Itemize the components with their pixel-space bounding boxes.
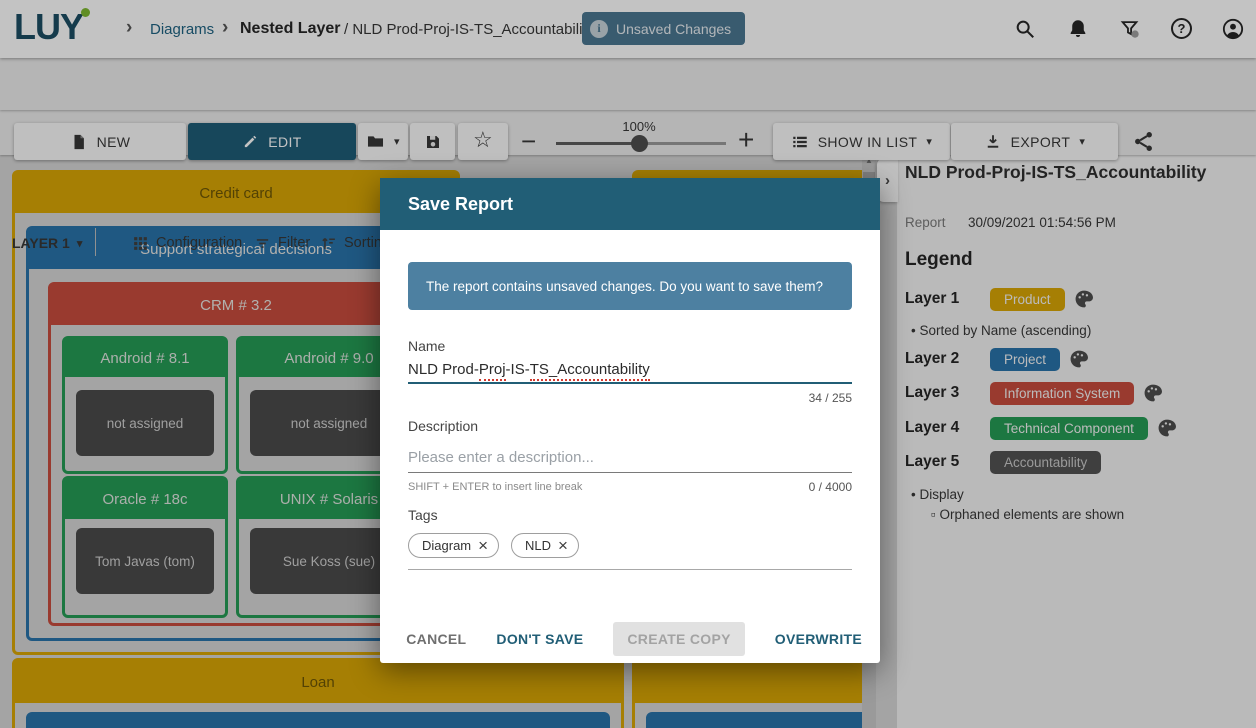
- name-text: NLD Prod-: [408, 361, 479, 378]
- info-banner-text: The report contains unsaved changes. Do …: [426, 279, 823, 294]
- name-char-counter: 34 / 255: [809, 391, 852, 405]
- description-input[interactable]: Please enter a description...: [408, 449, 594, 466]
- description-hint: SHIFT + ENTER to insert line break: [408, 481, 582, 493]
- cancel-button[interactable]: CANCEL: [406, 631, 466, 647]
- name-text-misspelled: TS_Accountability: [530, 361, 650, 381]
- description-field-label: Description: [408, 418, 478, 434]
- dialog-title-bar: Save Report: [380, 178, 880, 230]
- tag-label: NLD: [525, 538, 551, 553]
- name-text: -IS-: [506, 361, 530, 378]
- dialog-title: Save Report: [408, 194, 513, 215]
- remove-tag-icon[interactable]: ×: [478, 537, 488, 554]
- overwrite-button[interactable]: OVERWRITE: [775, 631, 862, 647]
- dont-save-button[interactable]: DON'T SAVE: [496, 631, 583, 647]
- create-copy-button[interactable]: CREATE COPY: [613, 622, 744, 656]
- description-input-underline: [408, 472, 852, 473]
- unsaved-info-banner: The report contains unsaved changes. Do …: [408, 262, 852, 310]
- name-text-misspelled: Proj: [479, 361, 506, 381]
- name-input-underline: [408, 382, 852, 384]
- name-input[interactable]: NLD Prod-Proj-IS-TS_Accountability: [408, 361, 650, 378]
- name-field-label: Name: [408, 338, 445, 354]
- tag-label: Diagram: [422, 538, 471, 553]
- save-report-dialog: Save Report The report contains unsaved …: [380, 178, 880, 663]
- tags-field-label: Tags: [408, 507, 438, 523]
- tags-input-underline: [408, 569, 852, 570]
- tag-chip-diagram[interactable]: Diagram ×: [408, 533, 499, 558]
- description-char-counter: 0 / 4000: [809, 480, 852, 494]
- remove-tag-icon[interactable]: ×: [558, 537, 568, 554]
- tag-chip-nld[interactable]: NLD ×: [511, 533, 579, 558]
- dialog-actions: CANCEL DON'T SAVE CREATE COPY OVERWRITE: [406, 621, 862, 657]
